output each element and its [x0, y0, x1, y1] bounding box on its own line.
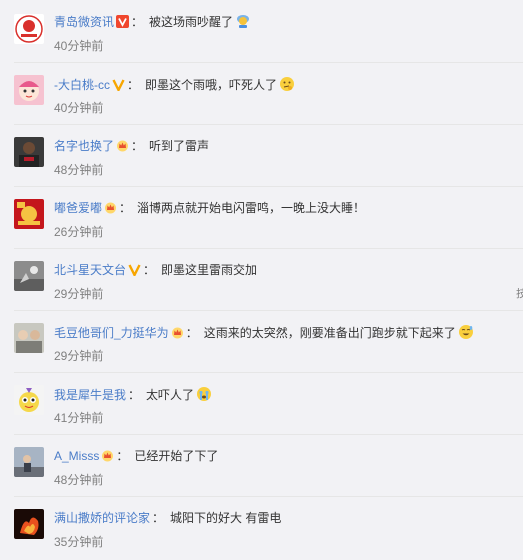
avatar[interactable]	[14, 447, 44, 477]
avatar[interactable]	[14, 385, 44, 415]
comment-text: 被这场雨吵醒了	[149, 15, 234, 29]
separator: ：	[128, 388, 141, 402]
username[interactable]: -大白桃-cc	[54, 78, 110, 92]
divider	[14, 434, 523, 435]
vip-crown-icon	[171, 326, 184, 339]
comment-time: 40分钟前	[54, 101, 104, 115]
divider	[14, 496, 523, 497]
divider	[14, 124, 523, 125]
verified-v-yellow-icon	[112, 78, 125, 91]
divider	[14, 372, 523, 373]
separator: ：	[116, 449, 129, 463]
avatar[interactable]	[14, 199, 44, 229]
username[interactable]: 嘟爸爱嘟	[54, 201, 102, 215]
comment-text: 这雨来的太突然，刚要准备出门跑步就下起来了	[203, 326, 456, 340]
edge-text-fragment: 技	[516, 288, 523, 300]
separator: ：	[119, 201, 132, 215]
comment-text: 即墨这里雷雨交加	[161, 263, 258, 277]
verified-v-yellow-icon	[128, 263, 141, 276]
comment-text: 太吓人了	[146, 388, 195, 402]
comment-text: 即墨这个雨哦，吓死人了	[145, 78, 278, 92]
comment-time: 40分钟前	[54, 39, 104, 53]
username[interactable]: 青岛微资讯	[54, 15, 114, 29]
vip-crown-icon	[104, 201, 117, 214]
username[interactable]: 毛豆他哥们_力挺华为	[54, 326, 169, 340]
comment-time: 48分钟前	[54, 163, 104, 177]
crying-face-emoji-icon	[196, 386, 212, 402]
comment-time: 29分钟前	[54, 349, 104, 363]
separator: ：	[143, 263, 156, 277]
avatar[interactable]	[14, 137, 44, 167]
comment-text: 城阳下的好大 有雷电	[170, 511, 282, 525]
vip-crown-icon	[101, 449, 114, 462]
verified-v-red-icon	[116, 15, 130, 28]
comment-time: 35分钟前	[54, 535, 104, 549]
separator: ：	[131, 15, 144, 29]
rain-cloud-emoji-icon	[235, 13, 251, 29]
comment-time: 48分钟前	[54, 473, 104, 487]
comment-time: 26分钟前	[54, 225, 104, 239]
comment-text: 淄博两点就开始电闪雷鸣，一晚上没大睡！	[137, 201, 366, 215]
separator: ：	[152, 511, 165, 525]
avatar[interactable]	[14, 509, 44, 539]
avatar[interactable]	[14, 75, 44, 105]
avatar[interactable]	[14, 261, 44, 291]
divider	[14, 186, 523, 187]
comment-time: 41分钟前	[54, 411, 104, 425]
username[interactable]: 我是犀牛是我	[54, 388, 126, 402]
username[interactable]: A_Misss	[54, 449, 99, 463]
username[interactable]: 名字也换了	[54, 139, 114, 153]
separator: ：	[185, 326, 198, 340]
separator: ：	[131, 139, 144, 153]
comment-text: 已经开始了下了	[134, 449, 219, 463]
comment-time: 29分钟前	[54, 287, 104, 301]
vip-crown-icon	[116, 139, 129, 152]
avatar[interactable]	[14, 323, 44, 353]
avatar[interactable]	[14, 14, 44, 44]
separator: ：	[127, 78, 140, 92]
comment-text: 听到了雷声	[149, 139, 210, 153]
divider	[14, 62, 523, 63]
divider	[14, 248, 523, 249]
username[interactable]: 北斗星天文台	[54, 263, 126, 277]
sweat-smile-emoji-icon	[458, 324, 474, 340]
thinking-face-emoji-icon	[279, 76, 295, 92]
divider	[14, 310, 523, 311]
username[interactable]: 满山撒娇的评论家	[54, 511, 150, 525]
